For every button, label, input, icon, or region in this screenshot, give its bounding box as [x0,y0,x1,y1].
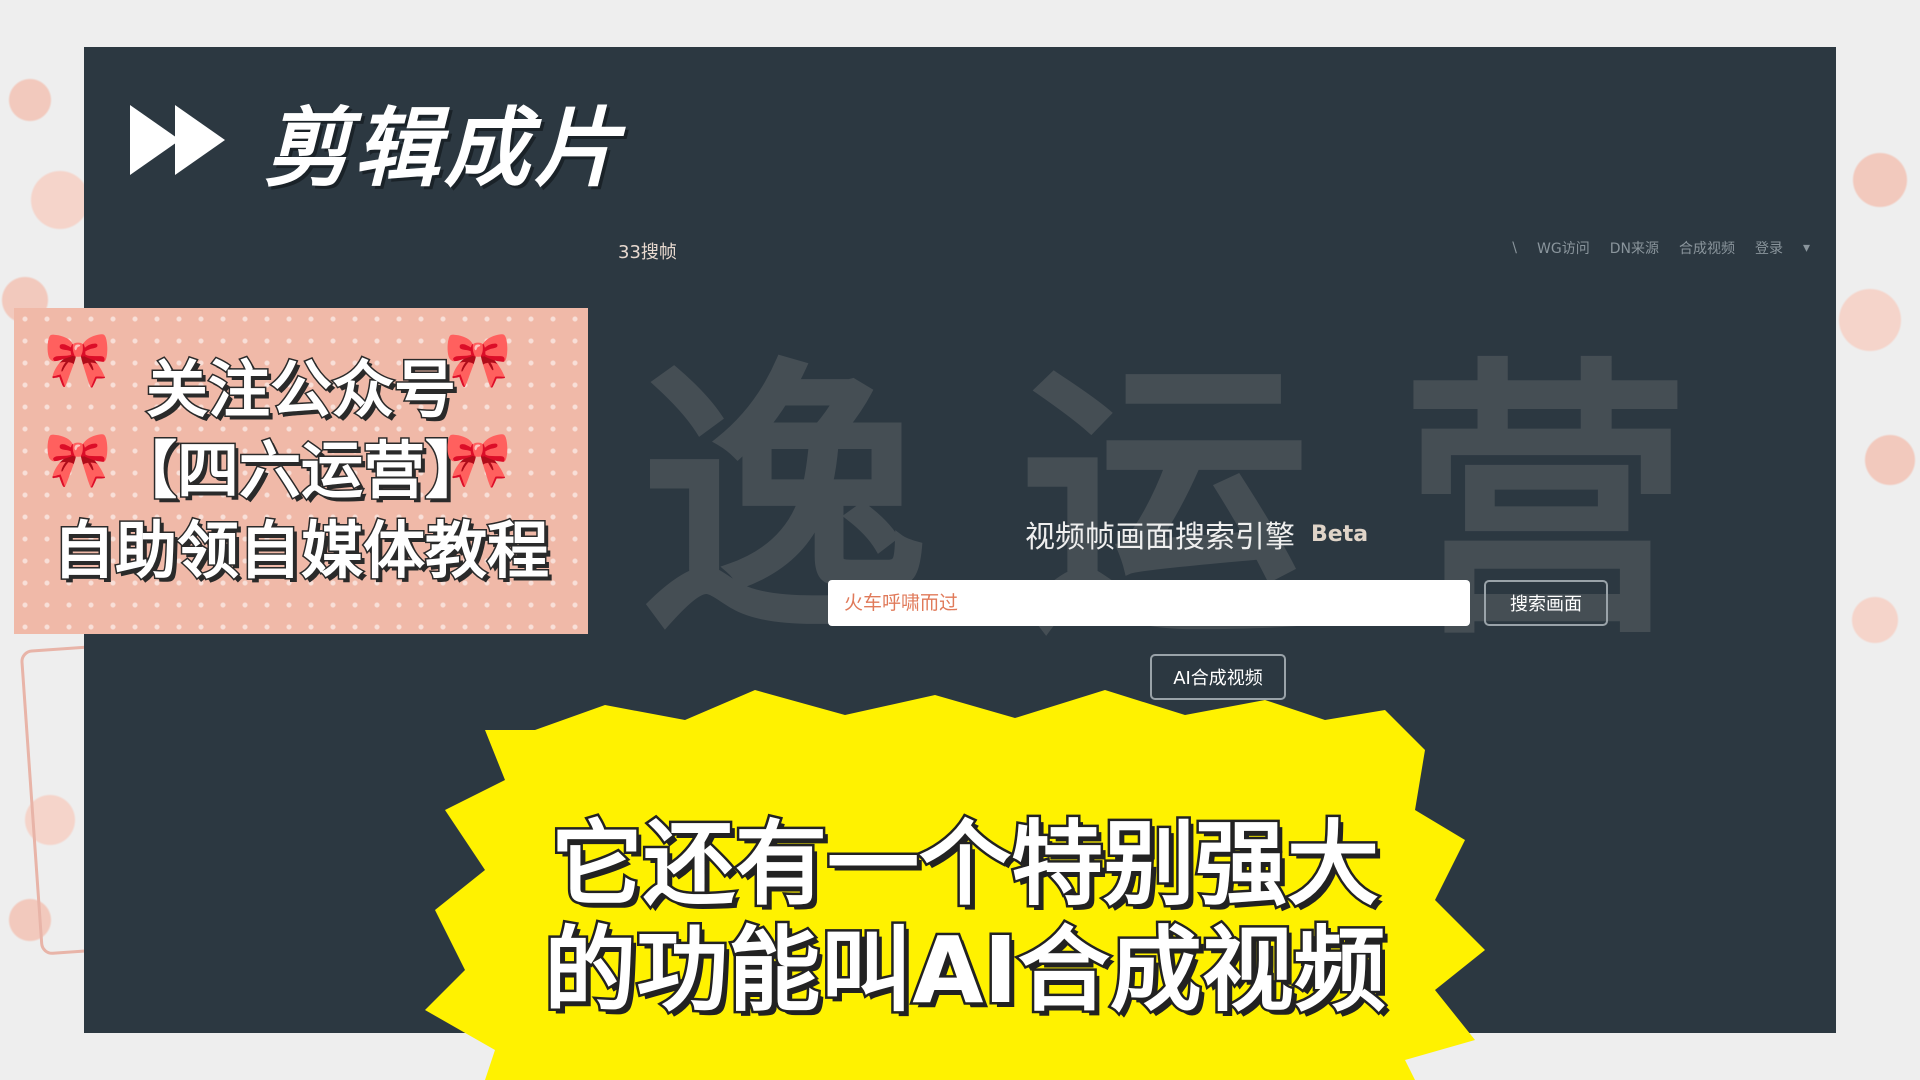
top-nav: \ WG访问 DN来源 合成视频 登录 ▾ [1512,238,1810,258]
promo-overlay: 🎀 🎀 🎀 🎀 关注公众号 【四六运营】 自助领自媒体教程 [14,308,588,634]
brand-logo[interactable]: 33搜帧 [618,238,677,264]
bow-icon: 🎀 [44,428,112,491]
nav-item-1[interactable]: WG访问 [1537,238,1590,258]
beta-badge: Beta [1311,521,1369,547]
promo-line: 自助领自媒体教程 [51,513,550,589]
promo-line: 关注公众号 [144,352,457,428]
chevron-down-icon[interactable]: ▾ [1803,240,1810,256]
nav-item-0[interactable]: \ [1512,240,1517,256]
bow-icon: 🎀 [444,328,512,391]
search-engine-title: 视频帧画面搜索引擎 [1025,520,1295,555]
search-engine-heading: 视频帧画面搜索引擎 Beta [1025,512,1368,556]
bow-icon: 🎀 [44,328,112,391]
promo-line: 【四六运营】 [113,432,488,508]
nav-item-login[interactable]: 登录 [1755,238,1783,258]
caption-line: 它还有一个特别强大 [548,809,1381,920]
nav-item-2[interactable]: DN来源 [1610,238,1659,258]
search-frames-button[interactable]: 搜索画面 [1484,580,1608,626]
search-input[interactable] [828,580,1470,626]
lace-decoration-right [1830,100,1920,1000]
bow-icon: 🎀 [444,428,512,491]
fast-forward-icon [130,105,225,175]
nav-item-ai-video[interactable]: 合成视频 [1679,238,1735,258]
caption-line: 的功能叫AI合成视频 [542,915,1388,1026]
subtitle-caption: 它还有一个特别强大 的功能叫AI合成视频 [542,809,1388,1026]
video-title-bar: 剪辑成片 [130,90,624,199]
video-title: 剪辑成片 [264,98,624,199]
